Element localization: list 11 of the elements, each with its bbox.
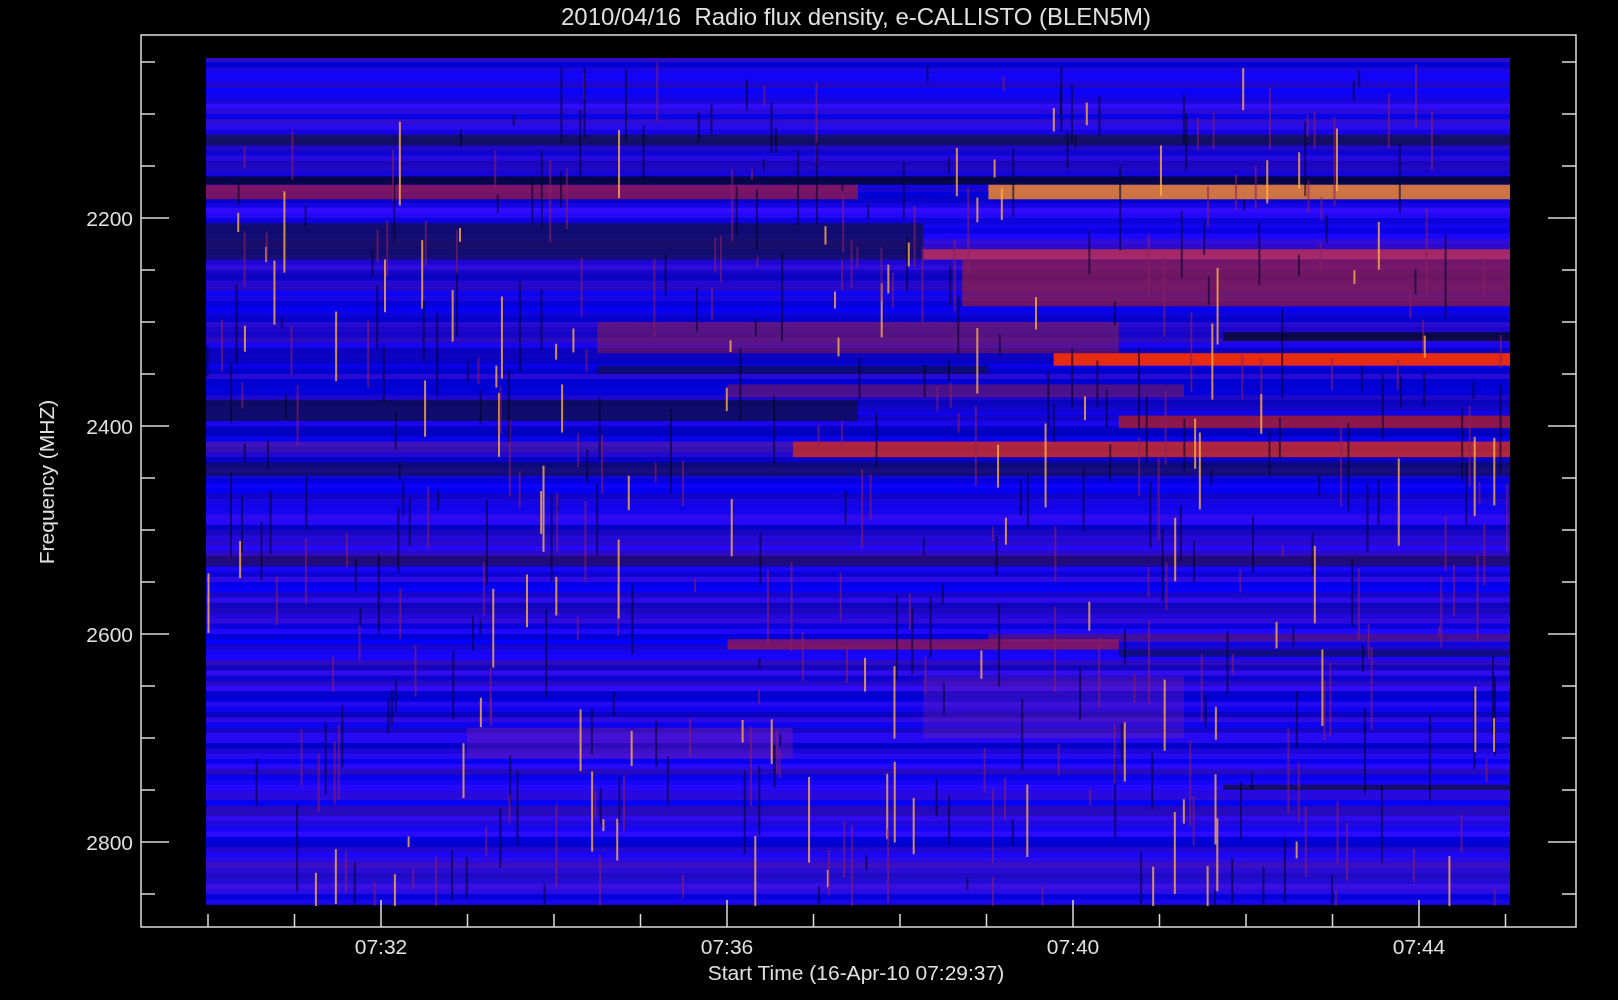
x-tick-label: 07:32 [354, 935, 408, 958]
x-tick-label: 07:40 [1046, 935, 1100, 958]
y-tick-label: 2400 [86, 415, 133, 438]
x-tick-label: 07:36 [700, 935, 754, 958]
y-axis-title: Frequency (MHZ) [35, 399, 58, 565]
plot-title: 2010/04/16 Radio flux density, e-CALLISTO (BLEN5M) [560, 3, 1152, 30]
x-tick-label: 07:44 [1392, 935, 1446, 958]
x-axis-title: Start Time (16-Apr-10 07:29:37) [707, 961, 1005, 984]
y-tick-label: 2200 [86, 207, 133, 230]
y-tick-label: 2800 [86, 831, 133, 854]
y-tick-label: 2600 [86, 623, 133, 646]
